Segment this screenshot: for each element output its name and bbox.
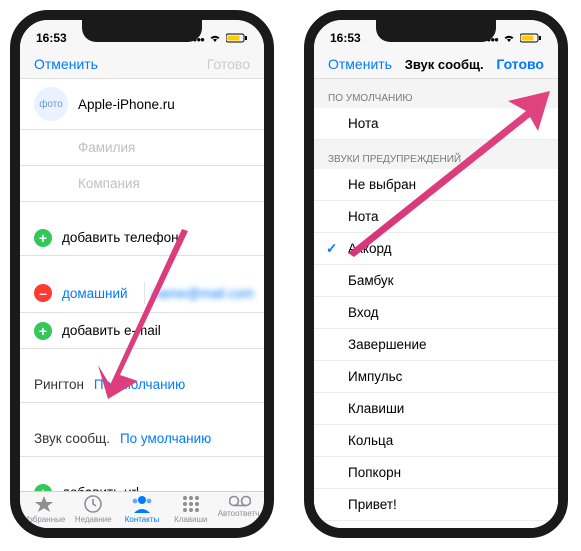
sound-row[interactable]: Завершение <box>314 329 558 361</box>
add-url-row[interactable]: + добавить url <box>20 475 264 491</box>
sound-row[interactable]: Попкорн <box>314 457 558 489</box>
tab-voicemail[interactable]: Автоответч. <box>215 495 264 524</box>
status-time: 16:53 <box>36 31 67 45</box>
sound-row[interactable]: Импульс <box>314 361 558 393</box>
sound-row[interactable]: Синтезатор <box>314 521 558 528</box>
tab-keypad[interactable]: Клавиши <box>166 495 215 524</box>
tab-favorites[interactable]: Избранные <box>20 495 69 524</box>
surname-field[interactable]: Фамилия <box>78 140 135 155</box>
minus-icon: – <box>34 284 52 302</box>
wifi-icon <box>502 33 516 43</box>
textsound-value: По умолчанию <box>120 431 211 446</box>
tab-label: Автоответч. <box>218 509 262 518</box>
cancel-button[interactable]: Отменить <box>328 56 392 72</box>
notch <box>376 20 496 42</box>
cancel-button[interactable]: Отменить <box>34 56 98 72</box>
tab-label: Контакты <box>125 515 160 524</box>
sound-name: Вход <box>348 305 379 320</box>
notch <box>82 20 202 42</box>
nav-title: Звук сообщ. <box>405 57 484 72</box>
sound-row[interactable]: Клавиши <box>314 393 558 425</box>
sound-row[interactable]: Привет! <box>314 489 558 521</box>
device-left: 16:53 Отменить Готово фото Apple-iPhone.… <box>10 10 274 538</box>
edit-contact-form: фото Apple-iPhone.ru Фамилия Компания + … <box>20 79 264 491</box>
device-right: 16:53 Отменить Звук сообщ. Готово ПО УМО… <box>304 10 568 538</box>
plus-icon: + <box>34 322 52 340</box>
textsound-label: Звук сообщ. <box>34 431 110 446</box>
sound-row[interactable]: Бамбук <box>314 265 558 297</box>
battery-icon <box>520 33 542 43</box>
voicemail-icon <box>229 495 251 507</box>
tab-contacts[interactable]: Контакты <box>118 495 167 524</box>
wifi-icon <box>208 33 222 43</box>
checkmark-icon: ✓ <box>326 241 337 257</box>
sound-row[interactable]: Кольца <box>314 425 558 457</box>
done-button[interactable]: Готово <box>207 56 250 72</box>
textsound-row[interactable]: Звук сообщ. По умолчанию <box>20 421 264 457</box>
surname-row[interactable]: Фамилия <box>20 130 264 166</box>
annotation-arrow <box>342 89 552 259</box>
company-row[interactable]: Компания <box>20 166 264 202</box>
sound-row[interactable]: Вход <box>314 297 558 329</box>
keypad-icon <box>182 495 200 513</box>
tab-label: Недавние <box>75 515 112 524</box>
plus-icon: + <box>34 484 52 492</box>
star-icon <box>34 495 54 513</box>
nav-bar: Отменить Готово <box>20 50 264 79</box>
contacts-icon <box>131 495 153 513</box>
annotation-arrow <box>94 225 190 399</box>
status-time: 16:53 <box>330 31 361 45</box>
sound-name: Попкорн <box>348 465 401 480</box>
tab-bar: Избранные Недавние Контакты Клавиши Авто… <box>20 491 264 528</box>
plus-icon: + <box>34 229 52 247</box>
done-button[interactable]: Готово <box>496 56 544 72</box>
sound-name: Завершение <box>348 337 427 352</box>
sound-name: Привет! <box>348 497 397 512</box>
sound-name: Импульс <box>348 369 402 384</box>
sound-name: Кольца <box>348 433 393 448</box>
photo-badge[interactable]: фото <box>34 87 68 121</box>
nav-bar: Отменить Звук сообщ. Готово <box>314 50 558 79</box>
company-field[interactable]: Компания <box>78 176 140 191</box>
name-row[interactable]: фото Apple-iPhone.ru <box>20 79 264 130</box>
tab-label: Избранные <box>23 515 65 524</box>
first-name-field[interactable]: Apple-iPhone.ru <box>78 97 175 112</box>
clock-icon <box>84 495 102 513</box>
battery-icon <box>226 33 248 43</box>
ringtone-label: Рингтон <box>34 377 84 392</box>
sound-name: Клавиши <box>348 401 404 416</box>
tab-recents[interactable]: Недавние <box>69 495 118 524</box>
sound-name: Бамбук <box>348 273 394 288</box>
tab-label: Клавиши <box>174 515 207 524</box>
sound-list[interactable]: ПО УМОЛЧАНИЮ Нота ЗВУКИ ПРЕДУПРЕЖДЕНИЙ Н… <box>314 79 558 528</box>
add-url-label: добавить url <box>62 485 139 491</box>
